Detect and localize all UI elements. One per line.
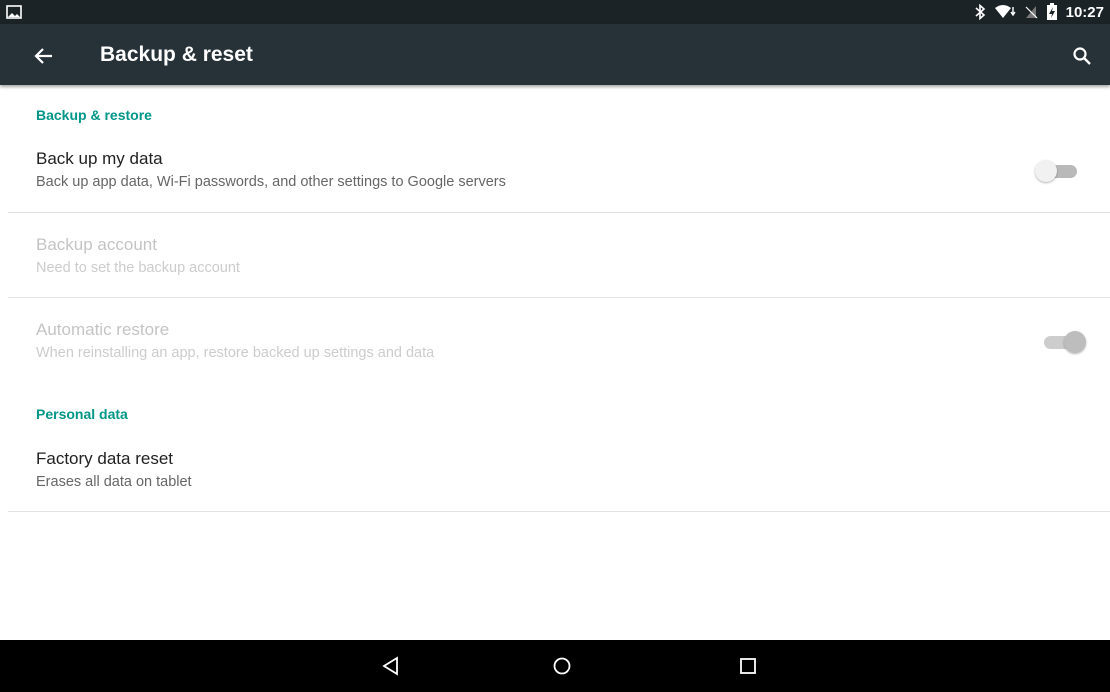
wifi-icon bbox=[994, 4, 1016, 20]
gallery-icon bbox=[6, 4, 22, 20]
divider bbox=[8, 212, 1110, 213]
pref-factory-data-reset[interactable]: Factory data reset Erases all data on ta… bbox=[8, 449, 1110, 511]
divider bbox=[8, 511, 1110, 512]
switch-thumb bbox=[1035, 160, 1057, 182]
pref-summary: Erases all data on tablet bbox=[36, 474, 192, 490]
pref-title: Factory data reset bbox=[36, 449, 174, 468]
search-icon[interactable] bbox=[1068, 42, 1096, 70]
back-triangle-icon[interactable] bbox=[377, 652, 405, 680]
category-backup-restore: Backup & restore bbox=[36, 107, 152, 123]
pref-summary: Need to set the backup account bbox=[36, 260, 240, 276]
pref-automatic-restore[interactable]: Automatic restore When reinstalling an a… bbox=[8, 320, 1110, 380]
automatic-restore-switch[interactable] bbox=[1040, 329, 1086, 355]
recents-square-icon[interactable] bbox=[734, 652, 762, 680]
arrow-back-icon[interactable] bbox=[30, 42, 58, 70]
switch-thumb bbox=[1064, 331, 1086, 353]
back-up-data-switch[interactable] bbox=[1035, 158, 1081, 184]
pref-back-up-my-data[interactable]: Back up my data Back up app data, Wi-Fi … bbox=[8, 149, 1110, 211]
pref-summary: When reinstalling an app, restore backed… bbox=[36, 345, 435, 361]
navigation-bar bbox=[0, 640, 1110, 692]
pref-title: Backup account bbox=[36, 235, 157, 254]
battery-charging-icon bbox=[1046, 3, 1058, 21]
divider bbox=[8, 297, 1110, 298]
page-title: Backup & reset bbox=[100, 43, 253, 66]
clock: 10:27 bbox=[1065, 3, 1104, 21]
pref-title: Back up my data bbox=[36, 149, 163, 168]
pref-summary: Back up app data, Wi-Fi passwords, and o… bbox=[36, 174, 506, 190]
pref-title: Automatic restore bbox=[36, 320, 170, 339]
pref-backup-account[interactable]: Backup account Need to set the backup ac… bbox=[8, 235, 1110, 297]
no-sim-icon bbox=[1024, 4, 1038, 20]
toolbar: Backup & reset bbox=[0, 24, 1110, 85]
category-personal-data: Personal data bbox=[36, 406, 128, 422]
home-circle-icon[interactable] bbox=[548, 652, 576, 680]
bluetooth-icon bbox=[974, 4, 986, 20]
status-bar: 10:27 bbox=[0, 0, 1110, 24]
